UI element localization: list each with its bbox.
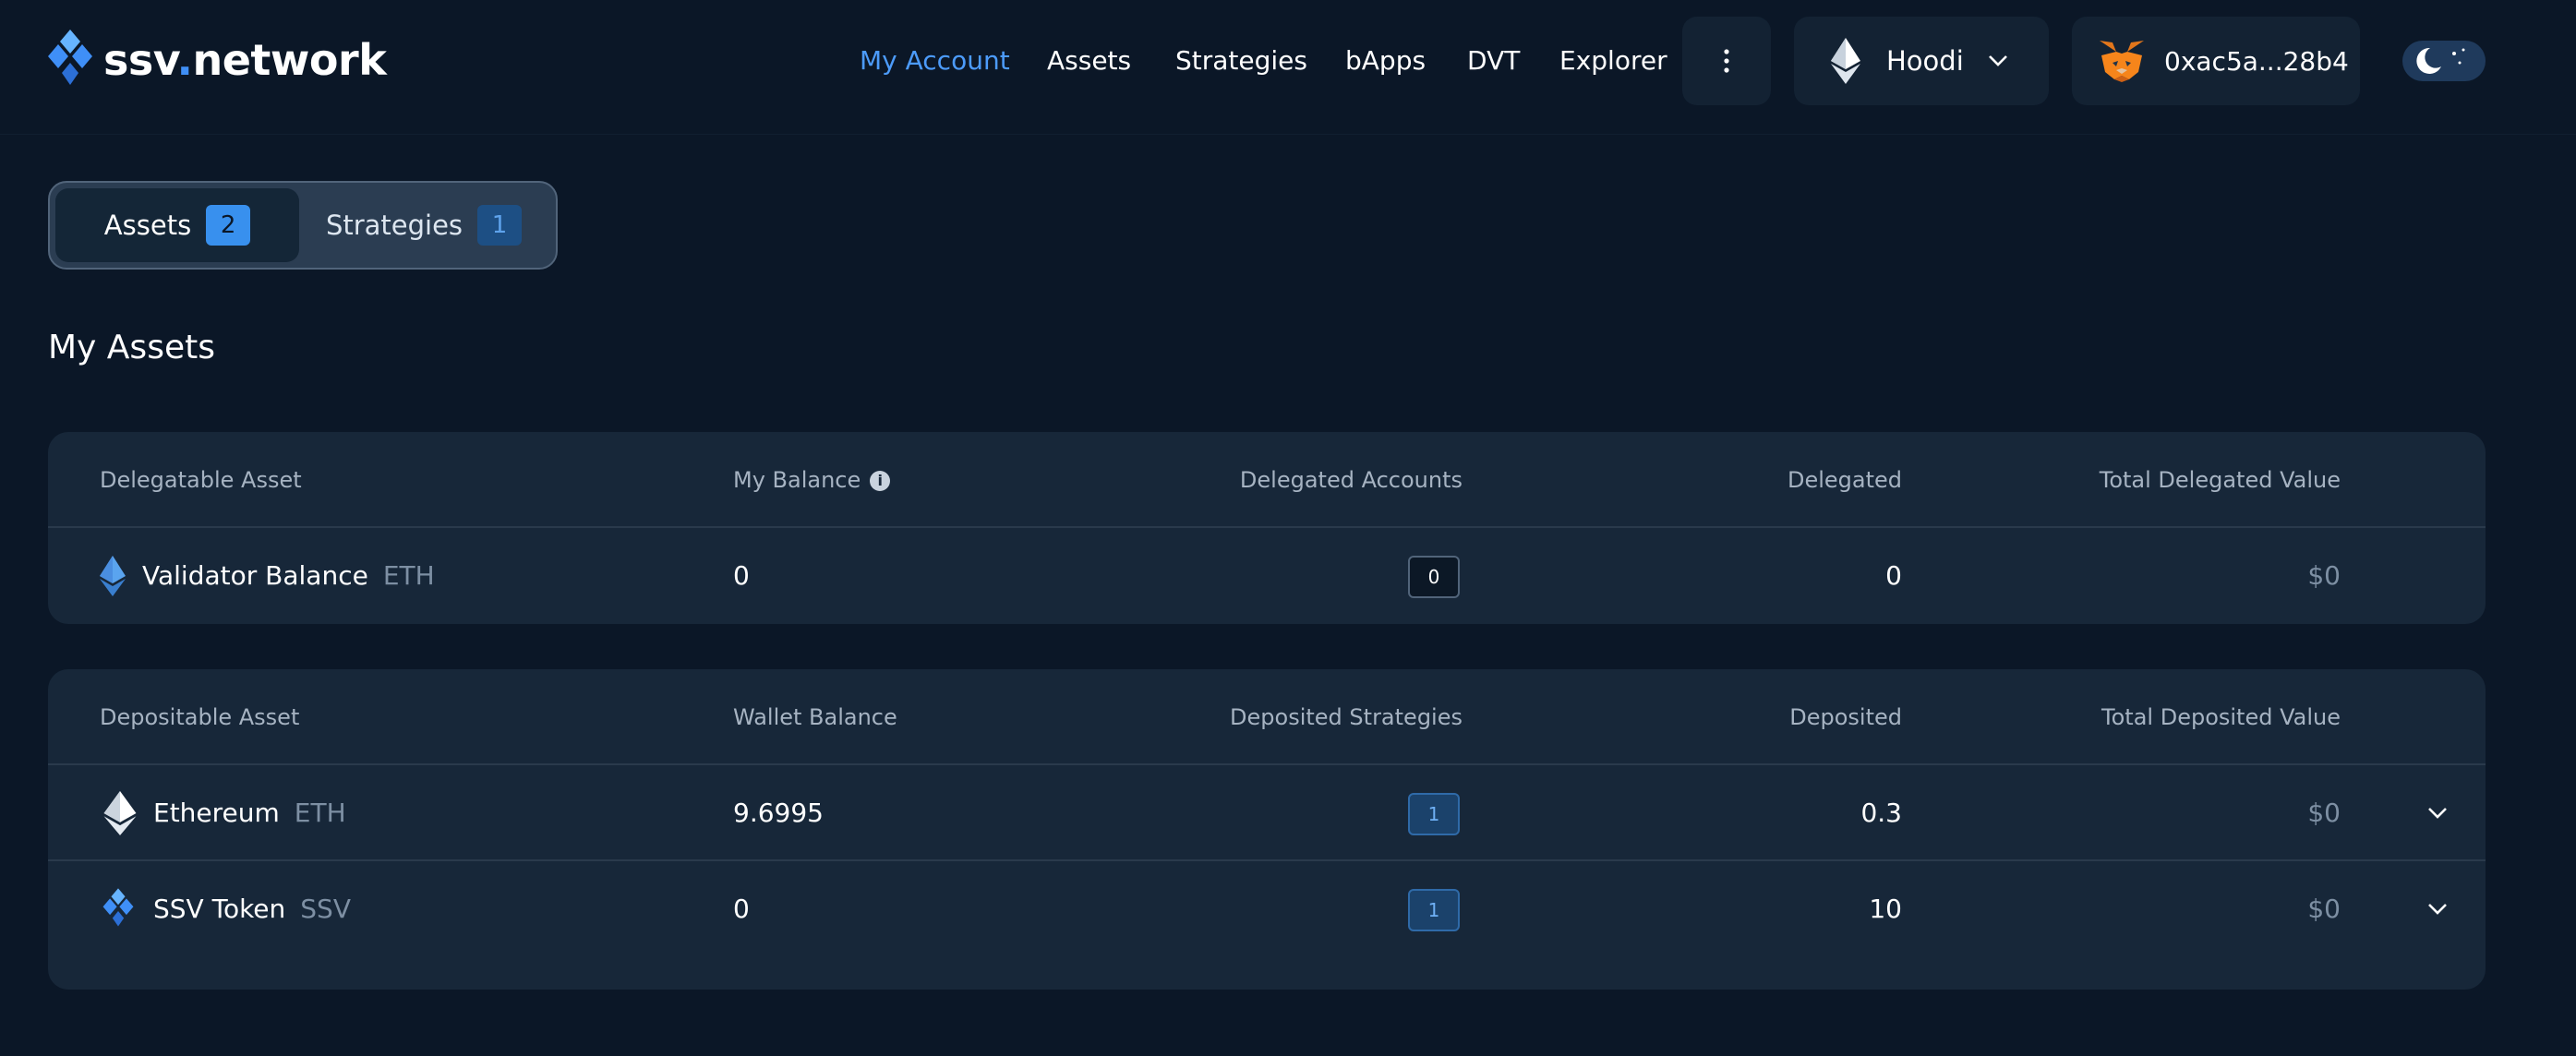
col-delegated-accounts: Delegated Accounts [1239,467,1463,493]
col-wallet-balance: Wallet Balance [733,704,897,730]
more-menu-button[interactable] [1682,17,1771,105]
asset-symbol: ETH [294,798,346,828]
tab-strategies-label: Strategies [325,210,463,241]
asset-name: Ethereum [153,798,280,828]
page-title: My Assets [48,329,215,366]
asset-cell: SSV Token SSV [100,861,351,957]
network-selector[interactable]: Hoodi [1794,17,2049,105]
table-row[interactable]: SSV Token SSV 0 1 10 $0 [48,861,2486,957]
total-value: $0 [2307,560,2341,591]
col-delegatable-asset: Delegatable Asset [100,467,302,493]
tab-assets-count: 2 [206,205,251,246]
col-depositable-asset: Depositable Asset [100,704,300,730]
asset-symbol: ETH [382,560,435,591]
chevron-down-icon [2428,904,2447,915]
col-deposited: Deposited [1789,704,1902,730]
tab-assets[interactable]: Assets 2 [55,188,299,262]
balance-value: 9.6995 [733,798,824,828]
logo[interactable]: ssv.network [46,28,387,92]
table-header: Delegatable Asset My Balance i Delegated … [48,432,2486,528]
table-header: Depositable Asset Wallet Balance Deposit… [48,669,2486,765]
col-total-deposited-value: Total Deposited Value [2101,704,2341,730]
ssv-logo-icon [48,30,92,85]
theme-toggle[interactable] [2402,41,2486,81]
ethereum-icon [103,791,137,835]
chevron-down-icon [2428,808,2447,819]
table-row[interactable]: Ethereum ETH 9.6995 1 0.3 $0 [48,765,2486,861]
ethereum-icon [100,556,126,596]
ethereum-icon [1831,38,1860,84]
col-delegated: Delegated [1787,467,1902,493]
metamask-fox-icon [2100,41,2144,82]
top-header: ssv.network My Account Assets Strategies… [0,0,2576,135]
deposited-value: 0.3 [1860,798,1902,828]
delegatable-assets-table: Delegatable Asset My Balance i Delegated … [48,432,2486,624]
col-deposited-strategies: Deposited Strategies [1230,704,1463,730]
nav-bapps[interactable]: bApps [1345,41,1426,81]
expand-row-button[interactable] [2423,894,2452,924]
deposited-strategies-badge: 1 [1408,793,1460,835]
deposited-value: 10 [1869,894,1902,924]
moon-icon [2416,47,2465,74]
more-vertical-icon [1724,49,1729,73]
tab-strategies-count: 1 [477,205,523,246]
col-my-balance: My Balance i [733,432,891,528]
balance-value: 0 [733,560,750,591]
delegated-accounts-badge: 0 [1408,556,1460,598]
tab-assets-label: Assets [103,210,192,241]
nav-dvt[interactable]: DVT [1467,41,1520,81]
info-icon[interactable]: i [870,471,891,491]
nav-explorer[interactable]: Explorer [1559,41,1667,81]
nav-strategies[interactable]: Strategies [1175,41,1307,81]
col-total-delegated-value: Total Delegated Value [2099,467,2341,493]
asset-symbol: SSV [300,894,351,924]
logo-text: ssv.network [103,35,387,85]
asset-name: Validator Balance [142,560,368,591]
delegated-value: 0 [1885,560,1902,591]
tab-strategies[interactable]: Strategies 1 [299,188,548,262]
ssv-token-icon [102,888,134,927]
wallet-address: 0xac5a...28b4 [2164,45,2349,77]
nav-my-account[interactable]: My Account [860,41,1010,81]
view-tabs: Assets 2 Strategies 1 [48,181,558,270]
page: ssv.network My Account Assets Strategies… [0,0,2576,1056]
asset-cell: Validator Balance ETH [100,528,435,624]
depositable-assets-table: Depositable Asset Wallet Balance Deposit… [48,669,2486,990]
deposited-strategies-badge: 1 [1408,889,1460,931]
nav-assets[interactable]: Assets [1047,41,1131,81]
network-label: Hoodi [1886,45,1964,77]
table-row[interactable]: Validator Balance ETH 0 0 0 $0 [48,528,2486,624]
total-value: $0 [2307,894,2341,924]
asset-cell: Ethereum ETH [100,765,346,861]
wallet-button[interactable]: 0xac5a...28b4 [2072,17,2360,105]
chevron-down-icon [1988,55,2007,66]
expand-row-button[interactable] [2423,798,2452,828]
total-value: $0 [2307,798,2341,828]
asset-name: SSV Token [153,894,286,924]
balance-value: 0 [733,894,750,924]
